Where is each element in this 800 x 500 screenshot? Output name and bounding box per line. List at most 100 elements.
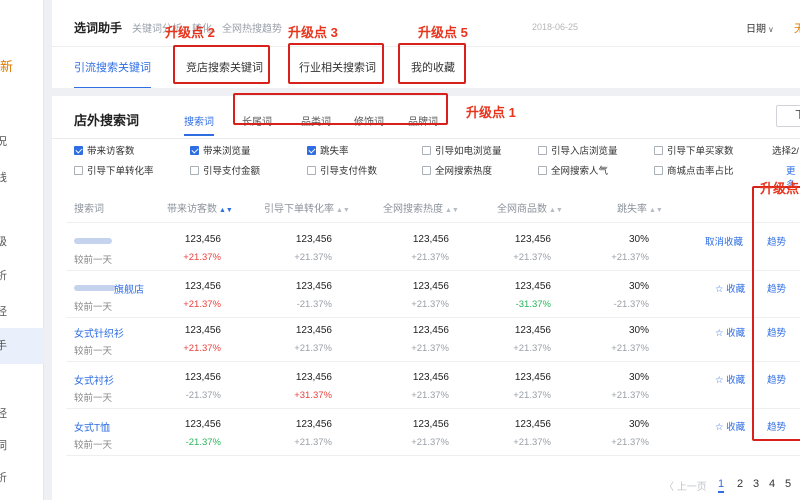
- metric-checkbox[interactable]: 引导下单转化率: [74, 163, 154, 177]
- metric-label: 引导支付件数: [320, 166, 378, 177]
- compare-label: 较前一天: [74, 440, 113, 451]
- metric-checkbox[interactable]: 跳失率: [307, 143, 349, 157]
- column-header-sortable[interactable]: 跳失率 ▲▼: [617, 200, 663, 215]
- cell-value: 123,456: [295, 372, 332, 383]
- annotation-label: 升级点 1: [466, 105, 516, 120]
- page-button[interactable]: 2: [737, 478, 743, 490]
- sidebar-item-label: 经: [0, 408, 7, 420]
- sidebar-item[interactable]: 况: [0, 124, 44, 160]
- keyword-link[interactable]: 女式针织衫: [74, 325, 124, 340]
- checkbox-icon: [538, 146, 547, 155]
- column-header-sortable[interactable]: 全网商品数 ▲▼: [497, 200, 563, 215]
- cell-change: +21.37%: [611, 437, 649, 448]
- column-header-sortable[interactable]: 引导下单转化率 ▲▼: [264, 200, 350, 215]
- metric-checkbox[interactable]: 引导如电浏览量: [422, 143, 502, 157]
- sort-icon: ▲▼: [549, 207, 563, 214]
- metric-checkbox[interactable]: 引导入店浏览量: [538, 143, 618, 157]
- cell-change: +21.37%: [611, 252, 649, 263]
- sort-icon: ▲▼: [445, 207, 459, 214]
- row-divider: [66, 455, 800, 456]
- tab-traffic-keywords[interactable]: 引流搜索关键词: [74, 47, 151, 89]
- metric-checkbox[interactable]: 带来访客数: [74, 143, 135, 157]
- metric-checkbox[interactable]: 引导下单买家数: [654, 143, 734, 157]
- selected-count: 选择2/: [772, 146, 799, 157]
- annotation-box: [398, 43, 466, 84]
- cell-change: +21.37%: [183, 252, 221, 263]
- annotation-box: [173, 45, 270, 84]
- date-unit-label: 日期: [746, 24, 766, 35]
- column-header-label: 跳失率: [617, 204, 647, 215]
- date-unit-select[interactable]: 日期 ∨: [746, 20, 774, 35]
- checkbox-icon: [307, 166, 316, 175]
- cell-change: +21.37%: [183, 299, 221, 310]
- page-button-current[interactable]: 1: [718, 478, 725, 493]
- cell-change: +21.37%: [411, 437, 449, 448]
- date-range: 2018-06-25: [532, 22, 579, 32]
- cell-value: 123,456: [184, 281, 221, 292]
- annotation-label: 升级点: [760, 181, 800, 196]
- column-header-sortable[interactable]: 全网搜索热度 ▲▼: [383, 200, 459, 215]
- metric-label: 带来浏览量: [203, 146, 251, 157]
- checkbox-icon: [654, 146, 663, 155]
- favorite-button[interactable]: ☆ 收藏: [715, 419, 745, 433]
- metric-label: 商城点击率占比: [667, 166, 734, 177]
- column-header-sortable[interactable]: 带来访客数 ▲▼: [167, 200, 233, 215]
- keyword-link[interactable]: 旗舰店: [114, 281, 144, 296]
- column-header-label: 带来访客数: [167, 204, 217, 215]
- metric-label: 引导入店浏览量: [551, 146, 618, 157]
- metric-label: 带来访客数: [87, 146, 135, 157]
- annotation-label: 升级点 2: [165, 25, 215, 40]
- sidebar-item[interactable]: 经: [0, 294, 44, 330]
- cell-value: 123,456: [412, 325, 449, 336]
- sidebar: 新 况 线 级 析 经 手 经 词 析: [0, 0, 44, 500]
- metric-label: 全网搜索热度: [435, 166, 493, 177]
- metric-checkbox[interactable]: 带来浏览量: [190, 143, 251, 157]
- favorite-button[interactable]: ☆ 收藏: [715, 372, 745, 386]
- metric-checkbox[interactable]: 引导支付金额: [190, 163, 260, 177]
- sidebar-item-label: 词: [0, 440, 7, 452]
- prev-page-button[interactable]: 〈 上一页: [664, 478, 707, 493]
- sidebar-item[interactable]: 词: [0, 428, 44, 464]
- checkbox-checked-icon: [307, 146, 316, 155]
- favorite-button[interactable]: ☆ 收藏: [715, 281, 745, 295]
- column-header-label: 全网商品数: [497, 204, 547, 215]
- sort-icon: ▲▼: [336, 207, 350, 214]
- checkbox-icon: [422, 146, 431, 155]
- download-button[interactable]: 下: [776, 105, 800, 127]
- divider: [52, 138, 800, 139]
- cell-value: 123,456: [412, 281, 449, 292]
- keyword-link[interactable]: 女式衬衫: [74, 372, 114, 387]
- unfavorite-button[interactable]: 取消收藏: [705, 234, 743, 248]
- keyword-link[interactable]: 女式T恤: [74, 419, 110, 434]
- metric-label: 引导下单转化率: [87, 166, 154, 177]
- cell-change: -21.37%: [185, 437, 221, 448]
- annotation-label: 升级点 5: [418, 25, 468, 40]
- cell-value: 30%: [628, 372, 649, 383]
- sidebar-item[interactable]: 析: [0, 258, 44, 294]
- cell-change: -21.37%: [613, 299, 649, 310]
- cell-value: 123,456: [514, 325, 551, 336]
- sidebar-logo: 新: [0, 56, 13, 75]
- metric-checkbox[interactable]: 引导支付件数: [307, 163, 377, 177]
- metric-checkbox[interactable]: 全网搜索人气: [538, 163, 608, 177]
- annotation-box: [752, 186, 800, 441]
- sidebar-item[interactable]: 级: [0, 224, 44, 260]
- sidebar-item[interactable]: 经: [0, 396, 44, 432]
- metric-checkbox[interactable]: 商城点击率占比: [654, 163, 734, 177]
- sidebar-item[interactable]: 析: [0, 460, 44, 496]
- cell-value: 123,456: [184, 234, 221, 245]
- sort-icon: ▲▼: [219, 207, 233, 214]
- checkbox-icon: [422, 166, 431, 175]
- metric-checkbox[interactable]: 全网搜索热度: [422, 163, 492, 177]
- page-button[interactable]: 3: [753, 478, 759, 490]
- annotation-label: 升级点 3: [288, 25, 338, 40]
- sidebar-item[interactable]: 线: [0, 160, 44, 196]
- page-button[interactable]: 4: [769, 478, 775, 490]
- cell-value: 123,456: [295, 234, 332, 245]
- favorite-button[interactable]: ☆ 收藏: [715, 325, 745, 339]
- blurred-keyword: [74, 238, 112, 244]
- row-divider: [66, 408, 800, 409]
- page-button[interactable]: 5: [785, 478, 791, 490]
- subtab-search-words[interactable]: 搜索词: [184, 113, 214, 136]
- sidebar-item-active[interactable]: 手: [0, 328, 44, 364]
